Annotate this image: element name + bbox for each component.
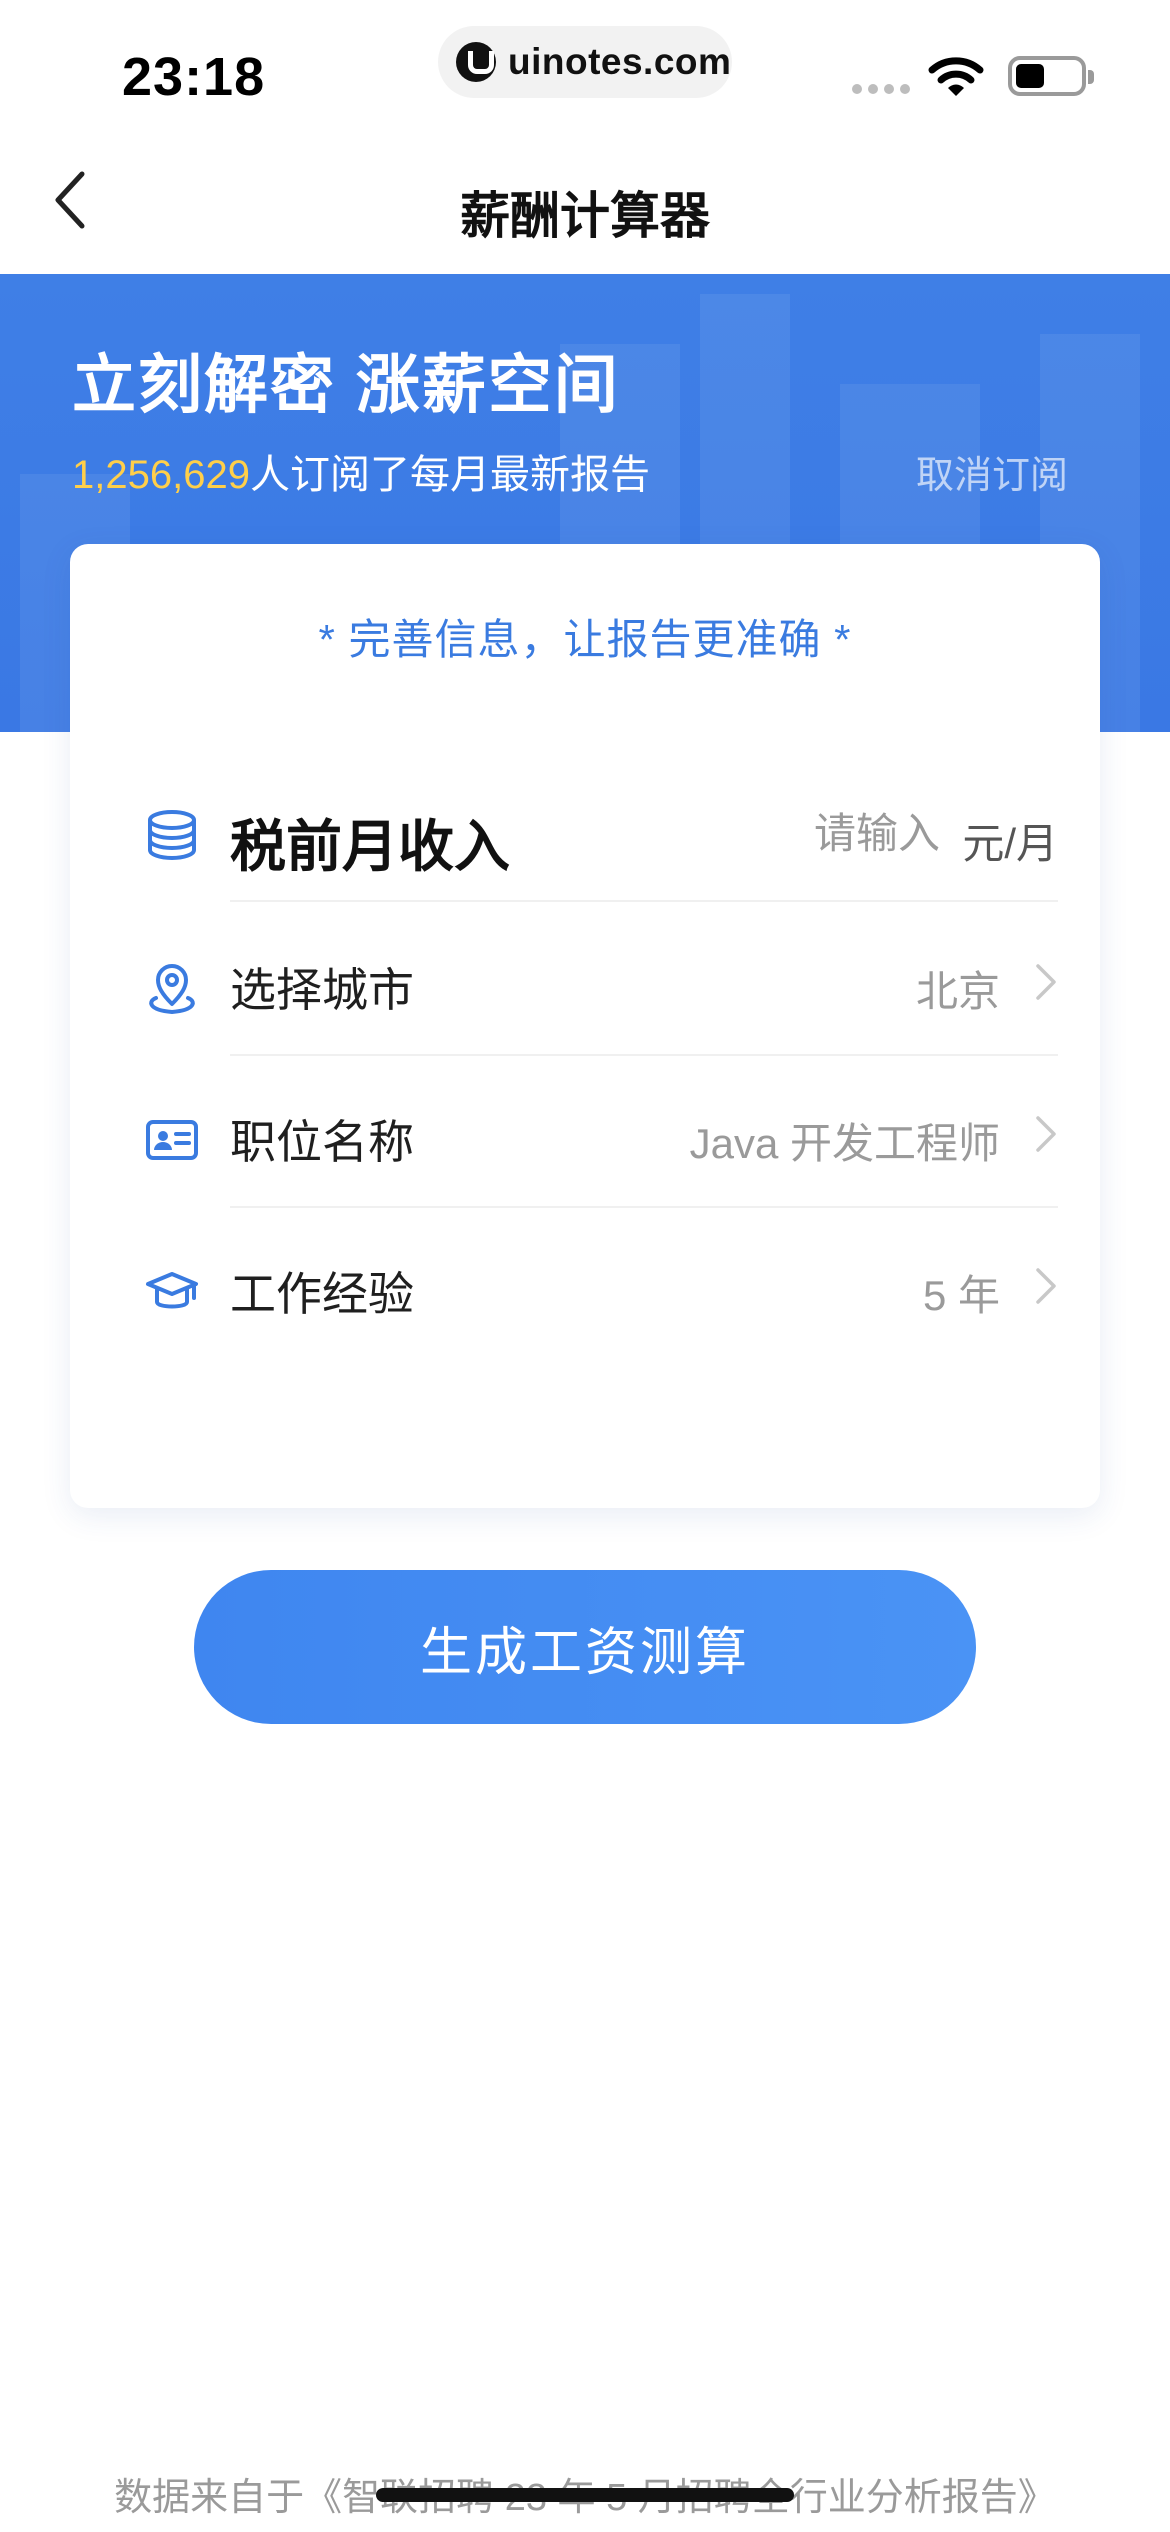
divider — [230, 900, 1058, 902]
hero-subscriber-line: 1,256,629人订阅了每月最新报告 — [72, 442, 650, 500]
wifi-icon — [928, 57, 984, 96]
url-pill[interactable]: uinotes.com — [438, 26, 732, 98]
coins-stack-icon — [148, 810, 196, 860]
generate-salary-button[interactable]: 生成工资测算 — [194, 1570, 976, 1724]
subscriber-count: 1,256,629 — [72, 453, 250, 497]
url-text: uinotes.com — [508, 41, 732, 82]
subscriber-text: 人订阅了每月最新报告 — [249, 453, 650, 497]
status-bar: 23:18 uinotes.com — [0, 0, 1170, 140]
unsubscribe-link[interactable]: 取消订阅 — [916, 444, 1068, 499]
home-indicator[interactable] — [376, 2488, 794, 2502]
hero-title: 立刻解密 涨薪空间 — [72, 349, 620, 421]
position-value: Java 开发工程师 — [689, 1120, 1000, 1167]
page-title: 薪酬计算器 — [460, 188, 710, 244]
salary-form-card: * 完善信息，让报告更准确 * 税前月收入 元/月 选择城市 北京 — [70, 544, 1100, 1508]
experience-label: 工作经验 — [230, 1268, 414, 1320]
income-input[interactable] — [720, 810, 940, 858]
site-logo-icon — [456, 42, 496, 82]
signal-icon — [852, 84, 910, 94]
income-unit: 元/月 — [962, 820, 1058, 867]
card-tip: * 完善信息，让报告更准确 * — [318, 616, 852, 663]
city-row[interactable]: 选择城市 北京 — [70, 904, 1100, 1054]
graduation-cap-icon — [146, 1272, 198, 1309]
income-label: 税前月收入 — [230, 815, 510, 878]
nav-bar: 薪酬计算器 — [0, 140, 1170, 274]
experience-row[interactable]: 工作经验 5 年 — [70, 1208, 1100, 1358]
city-value: 北京 — [915, 968, 1000, 1015]
position-label: 职位名称 — [230, 1116, 414, 1168]
city-label: 选择城市 — [230, 964, 414, 1016]
location-pin-icon — [149, 964, 195, 1015]
status-time: 23:18 — [122, 47, 266, 107]
experience-value: 5 年 — [922, 1272, 1000, 1319]
position-row[interactable]: 职位名称 Java 开发工程师 — [70, 1056, 1100, 1206]
chevron-right-icon — [1036, 1116, 1056, 1152]
income-row[interactable]: 税前月收入 元/月 — [70, 764, 1100, 894]
id-card-icon — [146, 1120, 198, 1160]
chevron-right-icon — [1036, 964, 1056, 1000]
battery-icon — [1008, 56, 1094, 96]
chevron-right-icon — [1036, 1268, 1056, 1304]
